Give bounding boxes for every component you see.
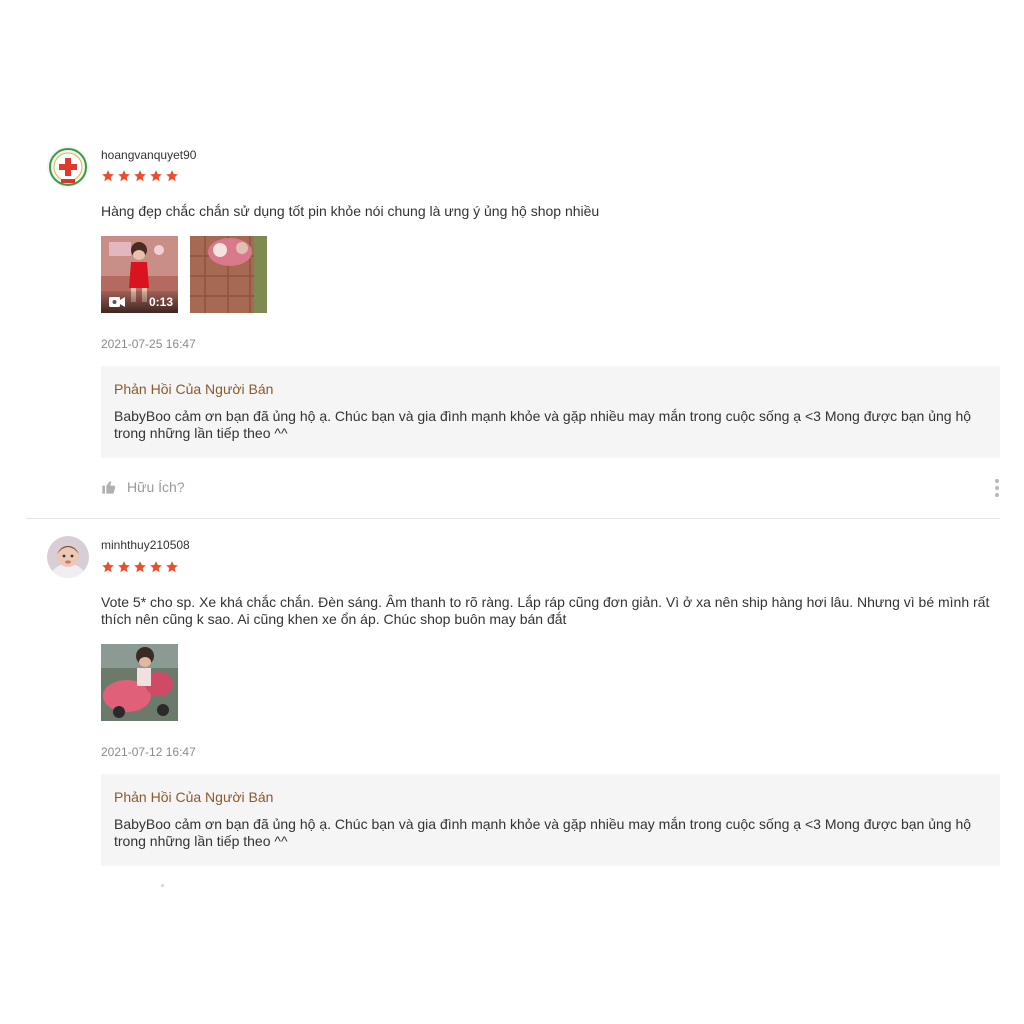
- review-timestamp: 2021-07-12 16:47: [101, 745, 196, 759]
- image-thumbnail[interactable]: [101, 644, 178, 721]
- review-media: 0:13: [101, 236, 267, 313]
- thumbs-up-icon: [102, 481, 116, 494]
- seller-reply: Phản Hồi Của Người Bán BabyBoo cảm ơn bạ…: [101, 366, 1000, 458]
- image-thumbnail[interactable]: [190, 236, 267, 313]
- star-icon: [102, 561, 114, 573]
- seller-reply: Phản Hồi Của Người Bán BabyBoo cảm ơn bạ…: [101, 774, 1000, 866]
- star-icon: [150, 561, 162, 573]
- helpful-button[interactable]: Hữu Ích?: [101, 479, 185, 495]
- star-icon: [166, 561, 178, 573]
- star-icon: [166, 170, 178, 182]
- review-username[interactable]: hoangvanquyet90: [101, 148, 196, 162]
- review-comment: Vote 5* cho sp. Xe khá chắc chắn. Đèn sá…: [101, 594, 990, 627]
- rating-stars: [101, 169, 179, 185]
- avatar[interactable]: [47, 146, 89, 188]
- review-timestamp: 2021-07-25 16:47: [101, 337, 196, 351]
- review-divider: [26, 518, 1000, 519]
- more-vertical-icon[interactable]: [990, 478, 1004, 498]
- star-icon: [150, 170, 162, 182]
- review-media: [101, 644, 178, 721]
- rating-stars: [101, 560, 179, 576]
- review-comment: Hàng đẹp chắc chắn sử dụng tốt pin khỏe …: [101, 203, 600, 219]
- seller-reply-title: Phản Hồi Của Người Bán: [114, 381, 274, 397]
- divider-fragment: [161, 884, 164, 887]
- star-icon: [118, 170, 130, 182]
- seller-reply-text: BabyBoo cảm ơn bạn đã ủng hộ ạ. Chúc bạn…: [114, 816, 972, 849]
- star-icon: [102, 170, 114, 182]
- star-icon: [134, 170, 146, 182]
- star-icon: [134, 561, 146, 573]
- video-camera-icon: [109, 297, 125, 307]
- video-thumbnail[interactable]: 0:13: [101, 236, 178, 313]
- video-duration: 0:13: [148, 295, 173, 309]
- avatar[interactable]: [47, 536, 89, 578]
- seller-reply-title: Phản Hồi Của Người Bán: [114, 789, 274, 805]
- review-username[interactable]: minhthuy210508: [101, 538, 190, 552]
- seller-reply-text: BabyBoo cảm ơn bạn đã ủng hộ ạ. Chúc bạn…: [114, 408, 972, 441]
- star-icon: [118, 561, 130, 573]
- helpful-label: Hữu Ích?: [127, 479, 185, 495]
